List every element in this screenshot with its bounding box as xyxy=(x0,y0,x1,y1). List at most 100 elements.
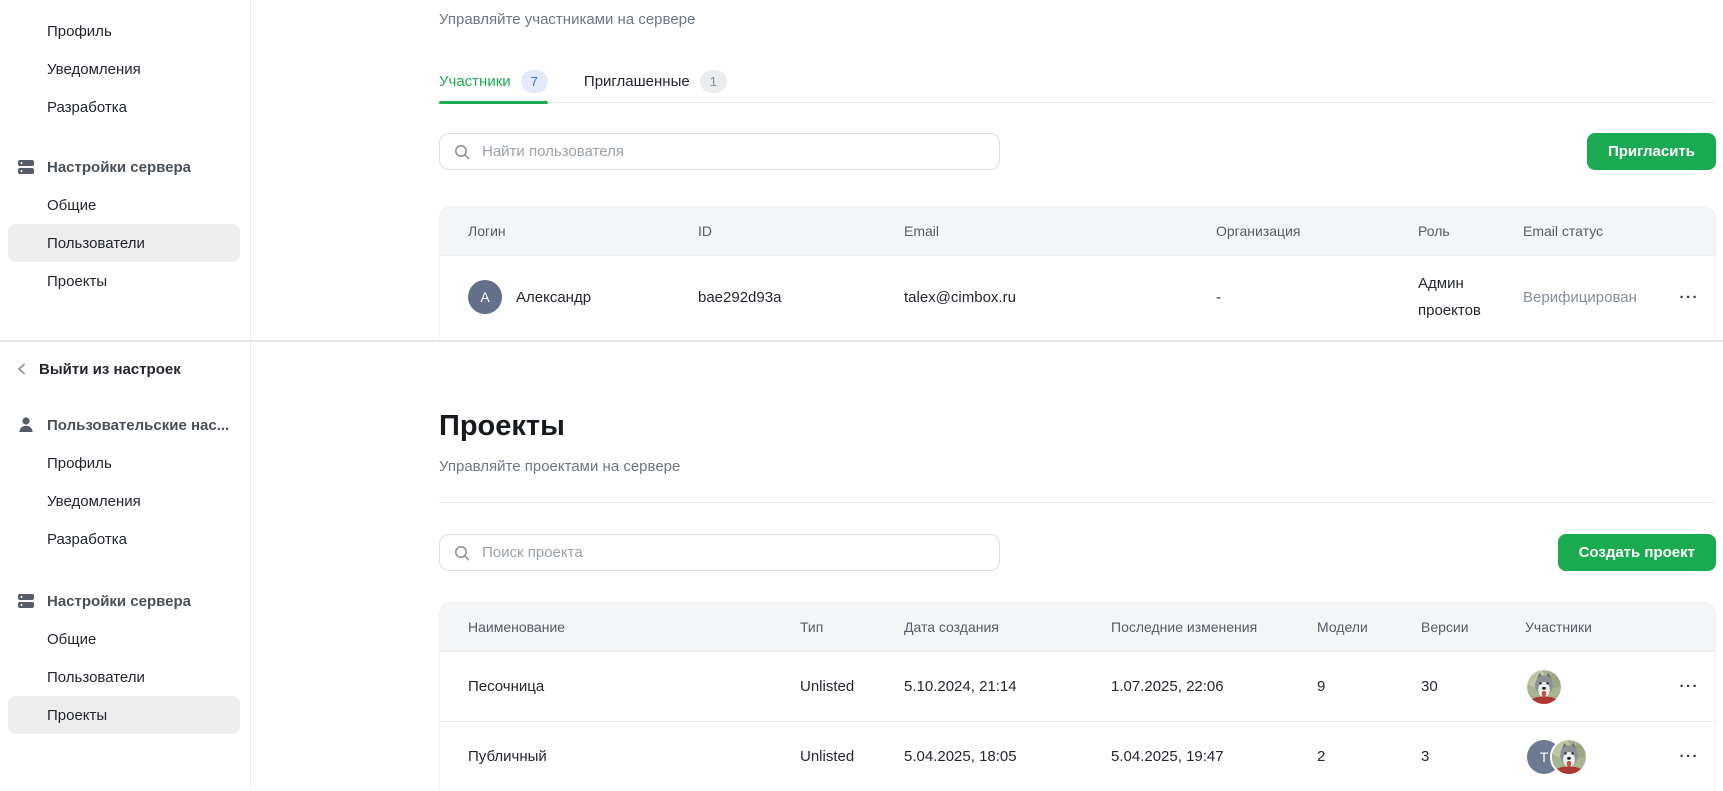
project-versions-count: 3 xyxy=(1421,748,1525,765)
user-search-input[interactable] xyxy=(480,142,986,161)
row-menu-button[interactable]: ··· xyxy=(1660,289,1715,306)
sidebar-item-label: Разработка xyxy=(47,531,127,548)
sidebar-item-label: Профиль xyxy=(47,23,112,40)
avatar: А xyxy=(468,280,502,314)
user-icon xyxy=(16,415,36,435)
sidebar-item-development[interactable]: Разработка xyxy=(0,88,250,126)
page-title: Проекты xyxy=(439,404,1716,448)
project-type: Unlisted xyxy=(800,678,904,695)
sidebar-section-server-settings[interactable]: Настройки сервера xyxy=(0,148,250,186)
sidebar-section-label: Настройки сервера xyxy=(47,159,191,176)
sidebar-section-user-settings[interactable]: Пользовательские нас... xyxy=(0,406,250,444)
project-created: 5.04.2025, 18:05 xyxy=(904,748,1111,765)
sidebar-item-label: Пользователи xyxy=(47,235,145,252)
search-icon xyxy=(453,143,471,161)
user-organization: - xyxy=(1216,289,1418,306)
user-role: Админ проектов xyxy=(1418,270,1523,324)
projects-content: Проекты Управляйте проектами на сервере … xyxy=(251,342,1723,787)
tab-count-badge: 1 xyxy=(700,70,727,93)
sidebar-item-profile[interactable]: Профиль xyxy=(0,444,250,482)
project-versions-count: 30 xyxy=(1421,678,1525,695)
column-header-name: Наименование xyxy=(440,619,800,635)
sidebar-item-label: Общие xyxy=(47,197,96,214)
project-members xyxy=(1525,668,1660,706)
server-icon xyxy=(16,157,36,177)
sidebar-top: Профиль Уведомления Разработка Настройки… xyxy=(0,0,251,340)
user-login-cell: А Александр xyxy=(440,280,698,314)
tab-members[interactable]: Участники 7 xyxy=(439,60,548,102)
users-subtitle: Управляйте участниками на сервере xyxy=(439,11,1716,28)
sidebar-item-projects[interactable]: Проекты xyxy=(0,262,250,300)
users-table-header: Логин ID Email Организация Роль Email ст… xyxy=(440,207,1715,255)
column-header-modified: Последние изменения xyxy=(1111,619,1317,635)
sidebar-item-notifications[interactable]: Уведомления xyxy=(0,50,250,88)
project-type: Unlisted xyxy=(800,748,904,765)
sidebar-item-projects[interactable]: Проекты xyxy=(8,696,240,734)
projects-toolbar: Создать проект xyxy=(439,534,1716,571)
user-login: Александр xyxy=(516,289,591,306)
sidebar-item-users[interactable]: Пользователи xyxy=(8,224,240,262)
row-menu-button[interactable]: ··· xyxy=(1660,678,1715,695)
projects-page-block: Выйти из настроек Пользовательские нас..… xyxy=(0,342,1723,787)
exit-settings-label: Выйти из настроек xyxy=(39,361,181,378)
create-project-button[interactable]: Создать проект xyxy=(1558,534,1716,571)
column-header-type: Тип xyxy=(800,619,904,635)
sidebar-item-label: Общие xyxy=(47,631,96,648)
server-settings-page: Профиль Уведомления Разработка Настройки… xyxy=(0,0,1723,787)
sidebar-item-profile[interactable]: Профиль xyxy=(0,12,250,50)
users-content: Управляйте участниками на сервере Участн… xyxy=(251,0,1723,340)
sidebar-item-label: Профиль xyxy=(47,455,112,472)
sidebar-item-label: Уведомления xyxy=(47,61,141,78)
invite-button[interactable]: Пригласить xyxy=(1587,133,1716,170)
sidebar-item-general[interactable]: Общие xyxy=(0,186,250,224)
sidebar-item-development[interactable]: Разработка xyxy=(0,520,250,558)
project-members: T xyxy=(1525,738,1660,776)
section-divider xyxy=(439,502,1716,503)
tab-invited[interactable]: Приглашенные 1 xyxy=(584,60,727,102)
member-avatar-photo xyxy=(1550,738,1588,776)
user-email: talex@cimbox.ru xyxy=(904,289,1216,306)
project-search[interactable] xyxy=(439,534,1000,571)
member-avatar-photo xyxy=(1525,668,1563,706)
column-header-role: Роль xyxy=(1418,223,1523,239)
project-models-count: 2 xyxy=(1317,748,1421,765)
tab-count-badge: 7 xyxy=(521,70,548,93)
user-email-status: Верифицирован xyxy=(1523,289,1660,306)
sidebar-item-label: Проекты xyxy=(47,707,107,724)
table-row[interactable]: Публичный Unlisted 5.04.2025, 18:05 5.04… xyxy=(440,721,1715,791)
exit-settings-button[interactable]: Выйти из настроек xyxy=(0,350,250,388)
user-search[interactable] xyxy=(439,133,1000,170)
sidebar-item-label: Разработка xyxy=(47,99,127,116)
server-icon xyxy=(16,591,36,611)
users-page-block: Профиль Уведомления Разработка Настройки… xyxy=(0,0,1723,340)
sidebar-item-general[interactable]: Общие xyxy=(0,620,250,658)
column-header-versions: Версии xyxy=(1421,619,1525,635)
column-header-models: Модели xyxy=(1317,619,1421,635)
project-name: Песочница xyxy=(440,678,800,695)
project-models-count: 9 xyxy=(1317,678,1421,695)
project-modified: 5.04.2025, 19:47 xyxy=(1111,748,1317,765)
user-id: bae292d93a xyxy=(698,289,904,306)
table-row[interactable]: Песочница Unlisted 5.10.2024, 21:14 1.07… xyxy=(440,651,1715,721)
users-tabs: Участники 7 Приглашенные 1 xyxy=(439,60,1716,103)
sidebar-item-label: Проекты xyxy=(47,273,107,290)
project-name: Публичный xyxy=(440,748,800,765)
sidebar-bottom: Выйти из настроек Пользовательские нас..… xyxy=(0,342,251,787)
projects-table: Наименование Тип Дата создания Последние… xyxy=(439,602,1716,791)
sidebar-item-label: Уведомления xyxy=(47,493,141,510)
project-search-input[interactable] xyxy=(480,543,986,562)
tab-label: Приглашенные xyxy=(584,73,690,90)
search-icon xyxy=(453,544,471,562)
tab-label: Участники xyxy=(439,73,511,90)
project-created: 5.10.2024, 21:14 xyxy=(904,678,1111,695)
users-toolbar: Пригласить xyxy=(439,133,1716,170)
sidebar-section-server-settings[interactable]: Настройки сервера xyxy=(0,582,250,620)
projects-subtitle: Управляйте проектами на сервере xyxy=(439,458,1716,475)
column-header-email: Email xyxy=(904,223,1216,239)
sidebar-item-users[interactable]: Пользователи xyxy=(0,658,250,696)
row-menu-button[interactable]: ··· xyxy=(1660,748,1715,765)
column-header-login: Логин xyxy=(440,223,698,239)
table-row[interactable]: А Александр bae292d93a talex@cimbox.ru -… xyxy=(440,255,1715,338)
sidebar-item-notifications[interactable]: Уведомления xyxy=(0,482,250,520)
column-header-members: Участники xyxy=(1525,619,1660,635)
